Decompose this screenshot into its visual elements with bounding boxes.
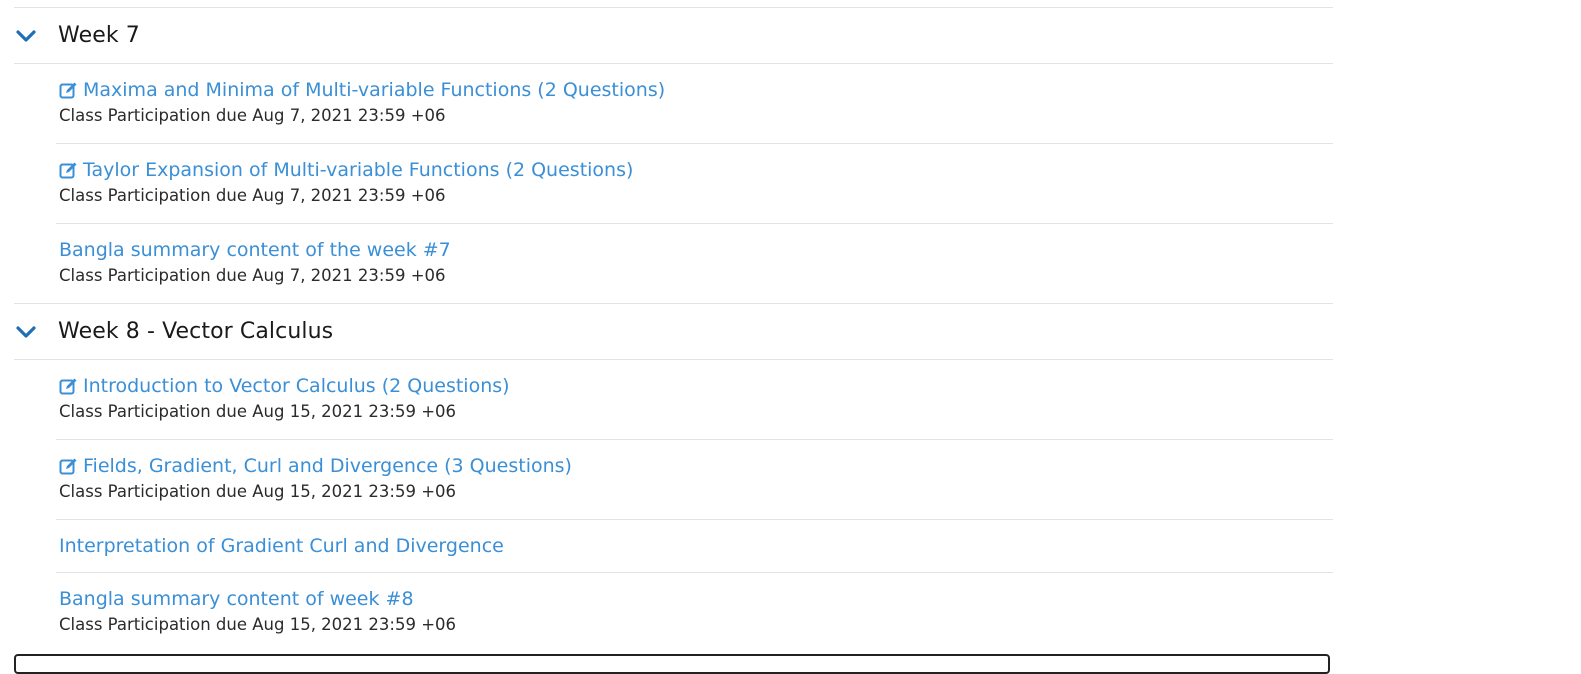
list-item: Taylor Expansion of Multi-variable Funct… [56, 144, 1333, 224]
due-date: Class Participation due Aug 15, 2021 23:… [59, 482, 457, 501]
list-item: Bangla summary content of the week #7 Cl… [14, 224, 1333, 304]
due-date: Class Participation due Aug 15, 2021 23:… [59, 402, 457, 421]
activity-title: Introduction to Vector Calculus (2 Quest… [83, 375, 510, 397]
edit-icon [59, 161, 78, 180]
list-item: Interpretation of Gradient Curl and Dive… [56, 520, 1333, 573]
activity-title: Bangla summary content of week #8 [59, 588, 414, 610]
edit-icon [59, 377, 78, 396]
activity-link[interactable]: Taylor Expansion of Multi-variable Funct… [59, 157, 1333, 183]
activity-link[interactable]: Introduction to Vector Calculus (2 Quest… [59, 373, 1333, 399]
activity-link[interactable]: Maxima and Minima of Multi-variable Func… [59, 77, 1333, 103]
due-date: Class Participation due Aug 7, 2021 23:5… [59, 266, 446, 285]
course-content: Week 7 Maxima and Minima of Multi-variab… [14, 0, 1333, 653]
activity-link[interactable]: Bangla summary content of week #8 [59, 586, 1333, 612]
due-date: Class Participation due Aug 7, 2021 23:5… [59, 186, 446, 205]
activity-title: Bangla summary content of the week #7 [59, 239, 451, 261]
activity-link[interactable]: Fields, Gradient, Curl and Divergence (3… [59, 453, 1333, 479]
activity-link[interactable]: Interpretation of Gradient Curl and Dive… [59, 533, 1333, 559]
activity-title: Maxima and Minima of Multi-variable Func… [83, 79, 666, 101]
edit-icon [59, 81, 78, 100]
activity-title: Taylor Expansion of Multi-variable Funct… [83, 159, 634, 181]
activity-link[interactable]: Bangla summary content of the week #7 [59, 237, 1333, 263]
list-item: Introduction to Vector Calculus (2 Quest… [56, 360, 1333, 440]
chevron-down-icon[interactable] [14, 29, 58, 43]
edit-icon [59, 457, 78, 476]
activity-title: Interpretation of Gradient Curl and Dive… [59, 535, 504, 557]
week-title: Week 8 - Vector Calculus [58, 319, 334, 344]
activity-title: Fields, Gradient, Curl and Divergence (3… [83, 455, 572, 477]
week-7-header[interactable]: Week 7 [14, 8, 1333, 64]
due-date: Class Participation due Aug 7, 2021 23:5… [59, 106, 446, 125]
list-item: Bangla summary content of week #8 Class … [56, 573, 1333, 653]
list-item: Fields, Gradient, Curl and Divergence (3… [56, 440, 1333, 520]
week-8-items: Introduction to Vector Calculus (2 Quest… [56, 360, 1333, 653]
list-item: Maxima and Minima of Multi-variable Func… [56, 64, 1333, 144]
chevron-down-icon[interactable] [14, 325, 58, 339]
week-7-items: Maxima and Minima of Multi-variable Func… [14, 64, 1333, 304]
next-section-card [14, 654, 1330, 674]
week-title: Week 7 [58, 23, 140, 48]
divider [14, 0, 1333, 8]
week-8-header[interactable]: Week 8 - Vector Calculus [14, 304, 1333, 360]
due-date: Class Participation due Aug 15, 2021 23:… [59, 615, 457, 634]
